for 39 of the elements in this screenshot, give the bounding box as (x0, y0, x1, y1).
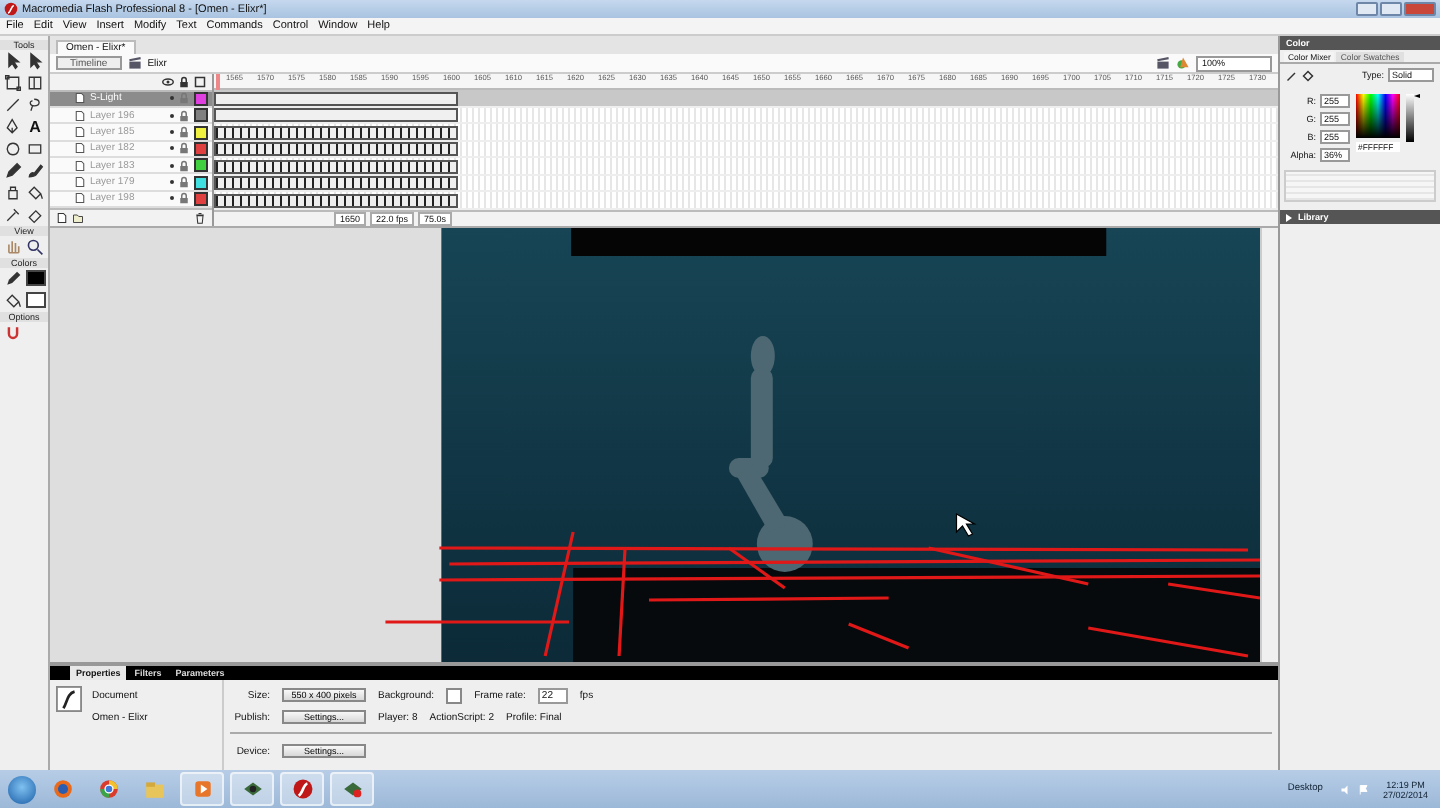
eye-icon[interactable] (162, 75, 174, 88)
start-button[interactable] (8, 775, 36, 803)
stroke-color-swatch[interactable] (26, 270, 46, 286)
vertical-scrollbar[interactable] (1260, 228, 1278, 662)
trash-icon[interactable] (194, 212, 206, 225)
clapperboard-icon[interactable] (1156, 56, 1170, 70)
layer-color-swatch[interactable] (194, 125, 208, 140)
pencil-icon[interactable] (4, 162, 22, 180)
clapperboard-icon (127, 56, 142, 70)
layer-color-swatch[interactable] (194, 158, 208, 173)
app-icon[interactable] (230, 772, 274, 806)
add-layer-icon[interactable] (56, 212, 68, 225)
outline-icon[interactable] (194, 75, 206, 88)
expand-icon[interactable] (1286, 213, 1292, 221)
rectangle-icon[interactable] (26, 140, 44, 158)
pen-icon[interactable] (4, 118, 22, 136)
maximize-button[interactable] (1380, 2, 1402, 16)
folder-icon[interactable] (72, 212, 84, 225)
background-color-swatch[interactable] (446, 687, 463, 703)
layer-color-swatch[interactable] (194, 108, 208, 123)
pencil-icon[interactable] (1286, 69, 1298, 81)
ink-icon[interactable] (4, 184, 22, 202)
pencil-icon[interactable] (4, 270, 22, 288)
fill-color-swatch[interactable] (26, 292, 46, 308)
magnet-icon[interactable] (4, 324, 22, 342)
text-tool[interactable]: A (26, 118, 44, 136)
magnifier-icon[interactable] (26, 238, 44, 256)
layer-color-swatch[interactable] (194, 175, 208, 190)
brush-icon[interactable] (26, 162, 44, 180)
line-icon[interactable] (4, 96, 22, 114)
transform-icon[interactable] (4, 74, 22, 92)
app-icon[interactable] (330, 772, 374, 806)
flash-icon[interactable] (280, 772, 324, 806)
color-spectrum[interactable] (1356, 94, 1400, 138)
shapes-icon[interactable] (1176, 56, 1190, 70)
document-icon (56, 686, 82, 712)
minimize-button[interactable] (1356, 2, 1378, 16)
lasso-icon[interactable] (26, 96, 44, 114)
lock-icon[interactable] (178, 75, 190, 88)
